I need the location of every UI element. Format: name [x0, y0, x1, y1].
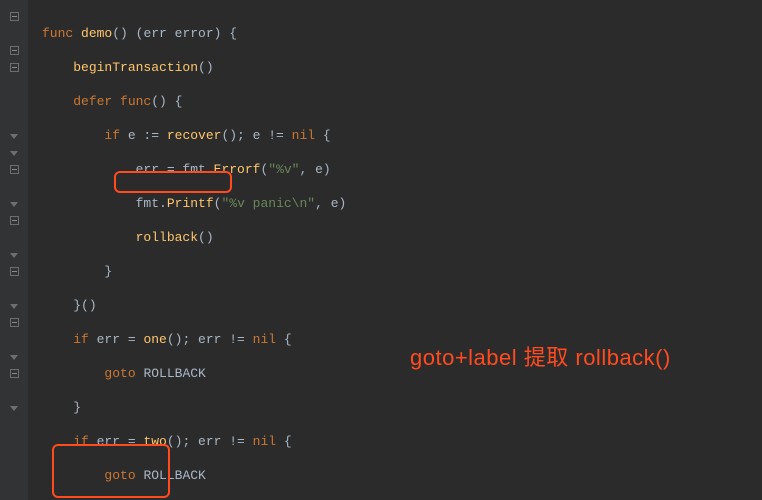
fold-icon[interactable] [10, 165, 19, 174]
fold-close-icon[interactable] [10, 253, 18, 258]
code-line: } [42, 399, 762, 416]
fold-close-icon[interactable] [10, 406, 18, 411]
fold-close-icon[interactable] [10, 355, 18, 360]
gutter [0, 0, 28, 500]
code-line: if err = two(); err != nil { [42, 433, 762, 450]
fold-close-icon[interactable] [10, 304, 18, 309]
code-line: fmt.Printf("%v panic\n", e) [42, 195, 762, 212]
code-line: goto ROLLBACK [42, 467, 762, 484]
fold-close-icon[interactable] [10, 202, 18, 207]
code-line: if e := recover(); e != nil { [42, 127, 762, 144]
code-line: defer func() { [42, 93, 762, 110]
code-line: func demo() (err error) { [42, 25, 762, 42]
fold-icon[interactable] [10, 46, 19, 55]
code-line: beginTransaction() [42, 59, 762, 76]
code-line: err = fmt.Errorf("%v", e) [42, 161, 762, 178]
fold-close-icon[interactable] [10, 134, 18, 139]
fold-icon[interactable] [10, 12, 19, 21]
fold-icon[interactable] [10, 216, 19, 225]
code-editor: func demo() (err error) { beginTransacti… [0, 0, 762, 500]
fold-close-icon[interactable] [10, 151, 18, 156]
fold-icon[interactable] [10, 267, 19, 276]
fold-icon[interactable] [10, 318, 19, 327]
code-line: } [42, 263, 762, 280]
code-area[interactable]: func demo() (err error) { beginTransacti… [28, 0, 762, 500]
code-line: rollback() [42, 229, 762, 246]
fold-icon[interactable] [10, 63, 19, 72]
code-line: }() [42, 297, 762, 314]
annotation-text: goto+label 提取 rollback() [410, 340, 671, 372]
fold-icon[interactable] [10, 369, 19, 378]
